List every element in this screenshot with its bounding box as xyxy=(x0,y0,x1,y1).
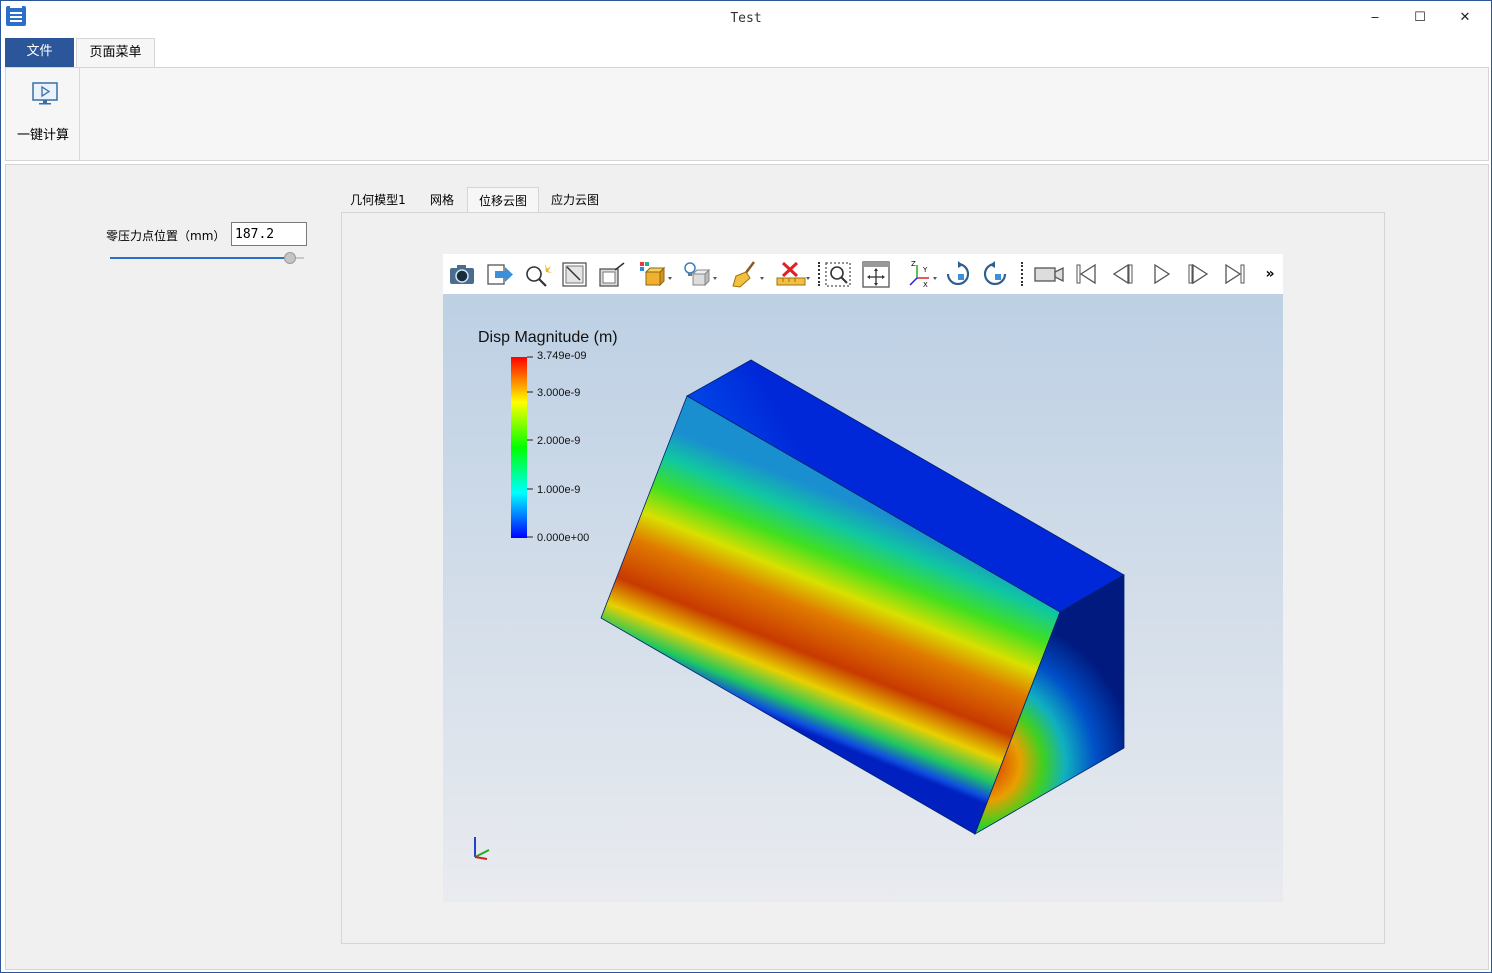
app-window: Test ‒ ☐ ✕ 文件 页面菜单 一键计算 零压力点位置（mm） 187.2… xyxy=(0,0,1492,973)
tab-stress[interactable]: 应力云图 xyxy=(541,187,609,213)
result-canvas: Disp Magnitude (m) 3.749e-09 3.000e-9 2.… xyxy=(474,329,1125,860)
camera-icon[interactable] xyxy=(447,260,477,288)
minimize-button[interactable]: ‒ xyxy=(1352,5,1398,31)
svg-text:X: X xyxy=(923,281,928,288)
render-viewport[interactable]: Disp Magnitude (m) 3.749e-09 3.000e-9 2.… xyxy=(443,294,1283,902)
slider-thumb[interactable] xyxy=(284,252,297,264)
play-icon[interactable] xyxy=(1146,260,1176,288)
orientation-axes-icon xyxy=(474,837,490,860)
zero-pressure-input[interactable] xyxy=(231,222,307,246)
export-arrow-icon[interactable] xyxy=(485,260,515,288)
rotate-ccw-icon[interactable] xyxy=(980,260,1010,288)
maximize-button[interactable]: ☐ xyxy=(1397,5,1443,31)
clear-brush-icon[interactable] xyxy=(730,260,764,288)
slider-fill xyxy=(110,257,291,259)
svg-text:Z: Z xyxy=(911,260,916,268)
first-frame-icon[interactable] xyxy=(1071,260,1101,288)
zero-pressure-label: 零压力点位置（mm） xyxy=(106,229,226,243)
legend-title: Disp Magnitude (m) xyxy=(478,329,618,346)
tab-geometry[interactable]: 几何模型1 xyxy=(341,187,415,213)
ribbon-tab-file[interactable]: 文件 xyxy=(5,38,74,68)
record-camera-icon[interactable] xyxy=(1032,260,1064,288)
zoom-fit-icon[interactable] xyxy=(560,260,590,288)
zoom-box-icon[interactable] xyxy=(597,260,627,288)
magic-zoom-icon[interactable] xyxy=(523,260,553,288)
monitor-play-icon xyxy=(32,82,58,105)
axes-icon[interactable]: ZYX xyxy=(905,260,937,289)
view-pane: ZYX » Disp Magnitude (m) 3.749e-09 3.000… xyxy=(341,212,1385,944)
ribbon-tab-page-menu[interactable]: 页面菜单 xyxy=(76,38,155,68)
legend-tick-label: 2.000e-9 xyxy=(537,435,580,447)
main-area: 零压力点位置（mm） 几何模型1 网格 位移云图 应力云图 xyxy=(5,164,1489,970)
display-mode-icon[interactable] xyxy=(638,260,672,288)
toolbar-overflow-button[interactable]: » xyxy=(1261,260,1279,288)
close-button[interactable]: ✕ xyxy=(1442,5,1488,31)
legend-tick-label: 1.000e-9 xyxy=(537,484,580,496)
toolbar-separator xyxy=(818,262,820,286)
next-frame-icon[interactable] xyxy=(1183,260,1213,288)
vtk-viewer: ZYX » Disp Magnitude (m) 3.749e-09 3.000… xyxy=(443,254,1283,902)
zoom-window-icon[interactable] xyxy=(823,260,853,288)
ribbon-tabs: 文件 页面菜单 xyxy=(5,38,1489,68)
tab-displacement[interactable]: 位移云图 xyxy=(467,187,539,213)
zero-pressure-slider[interactable] xyxy=(110,251,304,265)
measure-icon[interactable] xyxy=(775,260,810,288)
ribbon-group-compute: 一键计算 xyxy=(6,68,80,160)
wedge-model xyxy=(600,359,1125,835)
legend-tick-label: 3.000e-9 xyxy=(537,387,580,399)
legend-tick-label: 0.000e+00 xyxy=(537,532,589,544)
pan-icon[interactable] xyxy=(861,260,891,288)
last-frame-icon[interactable] xyxy=(1220,260,1250,288)
prev-frame-icon[interactable] xyxy=(1108,260,1138,288)
one-click-compute-button[interactable]: 一键计算 xyxy=(10,74,76,144)
window-title: Test xyxy=(730,11,762,26)
rotate-cw-icon[interactable] xyxy=(943,260,973,288)
one-click-compute-label: 一键计算 xyxy=(16,128,69,143)
light-icon[interactable] xyxy=(683,260,717,288)
title-bar: Test ‒ ☐ ✕ xyxy=(1,1,1491,37)
viewer-toolbar: ZYX » xyxy=(443,254,1283,294)
legend-colorbar xyxy=(511,357,527,538)
tab-mesh[interactable]: 网格 xyxy=(419,187,465,213)
ribbon-panel: 一键计算 xyxy=(5,67,1489,161)
legend-max-label: 3.749e-09 xyxy=(537,350,587,362)
toolbar-separator xyxy=(1021,262,1023,286)
svg-text:Y: Y xyxy=(922,266,928,274)
